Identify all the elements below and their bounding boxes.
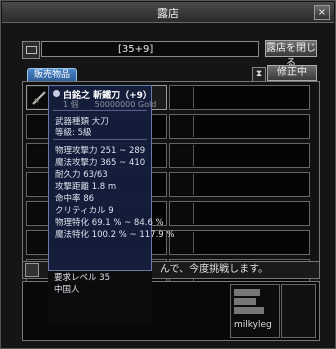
item-slot[interactable] — [169, 230, 310, 255]
divider — [53, 110, 147, 111]
chat-line — [234, 289, 260, 296]
expand-icon[interactable] — [25, 263, 39, 277]
item-slot[interactable] — [169, 201, 310, 226]
chat-line — [234, 298, 256, 305]
chat-scrollbar[interactable] — [281, 284, 316, 338]
item-price: 1 個 50000000 Gold — [63, 100, 157, 109]
close-shop-button[interactable]: 露店を閉じる — [265, 40, 317, 69]
tab-sale-items[interactable]: 販売物品 — [27, 68, 77, 82]
notice-text: んで、今度挑戦します。 — [160, 264, 269, 275]
sword-icon — [32, 91, 46, 105]
item-tooltip-requirements: 要求レベル 35 中国人 — [48, 271, 152, 323]
chat-name: milkyleg — [234, 320, 272, 330]
item-icon-box — [171, 174, 194, 195]
stat-line: 攻撃距離 1.8 m — [55, 182, 117, 192]
stat-line: 魔法特化 100.2 % ~ 117.9 % — [55, 230, 175, 240]
close-icon[interactable]: × — [314, 5, 330, 20]
stat-line: 物理攻撃力 251 ~ 289 — [55, 146, 146, 156]
chat-line — [234, 307, 264, 314]
editing-button[interactable]: 修正中 — [267, 65, 317, 81]
requirement-class: 中国人 — [54, 285, 80, 295]
stat-line: 命中率 86 — [55, 194, 95, 204]
shop-window: 露店 × [35+9] 露店を閉じる 販売物品 ⧗ 修正中 んで、今度挑戦します… — [0, 0, 336, 349]
item-slot[interactable] — [169, 143, 310, 168]
stat-line: 魔法攻撃力 365 ~ 410 — [55, 158, 146, 168]
title-bar[interactable]: 露店 × — [2, 2, 334, 23]
chat-log: milkyleg — [230, 284, 280, 338]
item-icon-box — [171, 87, 194, 108]
item-slot[interactable] — [169, 85, 310, 110]
stat-line: 耐久力 63/63 — [55, 170, 108, 180]
item-grade: 等級: 5級 — [55, 128, 92, 138]
item-icon-box — [171, 145, 194, 166]
requirement-level: 要求レベル 35 — [54, 273, 111, 283]
gem-icon — [53, 90, 60, 97]
item-icon-box — [171, 116, 194, 137]
hourglass-icon: ⧗ — [252, 67, 266, 82]
shop-name-field[interactable]: [35+9] — [41, 41, 259, 57]
item-slot[interactable] — [169, 172, 310, 197]
item-icon-box — [171, 203, 194, 224]
shop-sign-icon[interactable] — [22, 41, 40, 59]
divider — [53, 139, 147, 140]
window-title: 露店 — [157, 7, 179, 20]
item-tooltip: 白銘之 斬鐵刀（+9） 1 個 50000000 Gold 武器種類 大刀 等級… — [48, 85, 174, 271]
stat-line: クリティカル 9 — [55, 206, 114, 216]
item-slot[interactable] — [169, 114, 310, 139]
stat-line: 物理特化 69.1 % ~ 84.6 % — [55, 218, 164, 228]
